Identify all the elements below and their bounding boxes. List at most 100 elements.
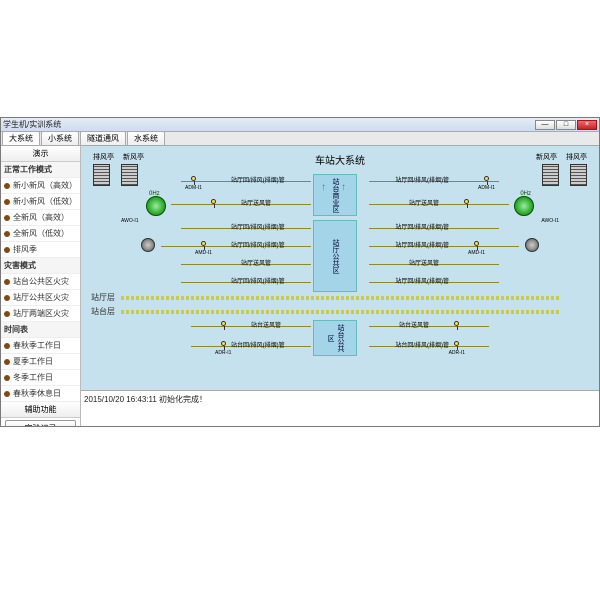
pipe [369, 326, 489, 327]
log-entry: 2015/10/20 16:43:11 初始化完成！ [84, 394, 596, 405]
sidebar-item[interactable]: 新小新风（高效） [1, 178, 80, 194]
damper-tag: AMD-I1 [468, 250, 485, 256]
label-exhaust-right: 排风亭 [566, 152, 587, 162]
damper-icon[interactable] [211, 199, 216, 204]
arrow-up-icon: ↑ [321, 182, 326, 193]
tab-small-system[interactable]: 小系统 [41, 131, 79, 145]
damper-tag: AMD-I1 [195, 250, 212, 256]
close-button[interactable]: × [577, 120, 597, 130]
zone-top: 站台商业区 [313, 174, 357, 216]
duct-label: 站台送风管 [399, 320, 429, 329]
fan-icon[interactable] [146, 196, 166, 216]
chamber-icon [570, 164, 587, 186]
sidebar-item[interactable]: 站台公共区火灾 [1, 274, 80, 290]
label-exhaust-left: 排风亭 [93, 152, 114, 162]
damper-tag: AWO-I1 [541, 218, 559, 224]
tab-bar: 大系统 小系统 隧道通风 水系统 [1, 132, 599, 146]
sidebar-item[interactable]: 夏季工作日 [1, 354, 80, 370]
tab-large-system[interactable]: 大系统 [2, 131, 40, 145]
bullet-icon [4, 231, 10, 237]
bullet-icon [4, 311, 10, 317]
damper-tag: ADR-I1 [449, 350, 465, 356]
duct-label: 站台回/排风(排烟)管 [231, 340, 285, 349]
pipe [369, 204, 509, 205]
duct-label: 站厅送风管 [241, 258, 271, 267]
label-fresh-right: 新风亭 [536, 152, 557, 162]
sidebar-item[interactable]: 站厅公共区火灾 [1, 290, 80, 306]
zone-bot: 站台公共区 [313, 320, 357, 356]
diagram-title: 车站大系统 [315, 152, 365, 167]
duct-label: 站厅回/排风(排烟)管 [231, 175, 285, 184]
sidebar-item[interactable]: 全新风（高效） [1, 210, 80, 226]
damper-tag: ADM-I1 [478, 185, 495, 191]
damper-tag: ADM-I1 [185, 185, 202, 191]
sidebar-item[interactable]: 新小新风（低效） [1, 194, 80, 210]
bullet-icon [4, 215, 10, 221]
record-button[interactable]: 实验记录 [5, 420, 76, 426]
maximize-button[interactable]: □ [556, 120, 576, 130]
sidebar-item[interactable]: 排风季 [1, 242, 80, 258]
damper-icon[interactable] [191, 176, 196, 181]
level-divider [121, 310, 559, 314]
damper-icon[interactable] [221, 341, 226, 346]
bullet-icon [4, 183, 10, 189]
bullet-icon [4, 295, 10, 301]
fan-small-icon[interactable] [525, 238, 539, 252]
arrow-up-icon: ↑ [341, 182, 346, 193]
fan-freq-right: 0Hz [520, 191, 531, 197]
duct-label: 站厅送风管 [409, 258, 439, 267]
fan-small-icon[interactable] [141, 238, 155, 252]
tab-water-system[interactable]: 水系统 [127, 131, 165, 145]
app-window: 学生机/实训系统 — □ × 大系统 小系统 隧道通风 水系统 演示 正常工作模… [0, 117, 600, 427]
duct-label: 站厅回/排风(排烟)管 [395, 222, 449, 231]
chamber-icon [121, 164, 138, 186]
titlebar: 学生机/实训系统 — □ × [1, 118, 599, 132]
level-platform-label: 站台层 [91, 306, 115, 317]
window-title: 学生机/实训系统 [3, 119, 534, 130]
minimize-button[interactable]: — [535, 120, 555, 130]
damper-tag: AWO-I1 [121, 218, 139, 224]
duct-label: 站厅送风管 [241, 198, 271, 207]
log-panel: 2015/10/20 16:43:11 初始化完成！ [81, 390, 599, 426]
damper-icon[interactable] [474, 241, 479, 246]
chamber-icon [93, 164, 110, 186]
sidebar-heading-aux: 辅助功能 [1, 402, 80, 418]
duct-label: 站台送风管 [251, 320, 281, 329]
level-hall-label: 站厅层 [91, 292, 115, 303]
label-fresh-left: 新风亭 [123, 152, 144, 162]
sidebar-item[interactable]: 站厅两端区火灾 [1, 306, 80, 322]
damper-tag: ADR-I1 [215, 350, 231, 356]
diagram-canvas[interactable]: 车站大系统 排风亭 新风亭 新风亭 排风亭 0Hz 0Hz 站台商业区 站厅公共… [81, 146, 599, 390]
sidebar-item[interactable]: 正常工作模式 [1, 162, 80, 178]
sidebar-item[interactable]: 春秋季休息日 [1, 386, 80, 402]
duct-label: 站厅回/排风(排烟)管 [231, 222, 285, 231]
duct-label: 站厅回/排风(排烟)管 [231, 276, 285, 285]
tab-tunnel-vent[interactable]: 隧道通风 [80, 131, 126, 145]
duct-label: 站台回/排风(排烟)管 [395, 340, 449, 349]
bullet-icon [4, 391, 10, 397]
damper-icon[interactable] [454, 321, 459, 326]
bullet-icon [4, 279, 10, 285]
sidebar-item[interactable]: 时间表 [1, 322, 80, 338]
sidebar-heading-demo: 演示 [1, 146, 80, 162]
zone-mid: 站厅公共区 [313, 220, 357, 292]
sidebar-item[interactable]: 春秋季工作日 [1, 338, 80, 354]
damper-icon[interactable] [464, 199, 469, 204]
damper-icon[interactable] [221, 321, 226, 326]
sidebar-item[interactable]: 灾害模式 [1, 258, 80, 274]
duct-label: 站厅回/排风(排烟)管 [395, 175, 449, 184]
bullet-icon [4, 343, 10, 349]
fan-freq-left: 0Hz [149, 191, 160, 197]
bullet-icon [4, 199, 10, 205]
fan-icon[interactable] [514, 196, 534, 216]
damper-icon[interactable] [454, 341, 459, 346]
sidebar-item[interactable]: 冬季工作日 [1, 370, 80, 386]
chamber-icon [542, 164, 559, 186]
duct-label: 站厅回/排风(排烟)管 [395, 276, 449, 285]
damper-icon[interactable] [201, 241, 206, 246]
duct-label: 站厅送风管 [409, 198, 439, 207]
bullet-icon [4, 375, 10, 381]
duct-label: 站厅回/排风(排烟)管 [395, 240, 449, 249]
sidebar-item[interactable]: 全新风（低效） [1, 226, 80, 242]
damper-icon[interactable] [484, 176, 489, 181]
